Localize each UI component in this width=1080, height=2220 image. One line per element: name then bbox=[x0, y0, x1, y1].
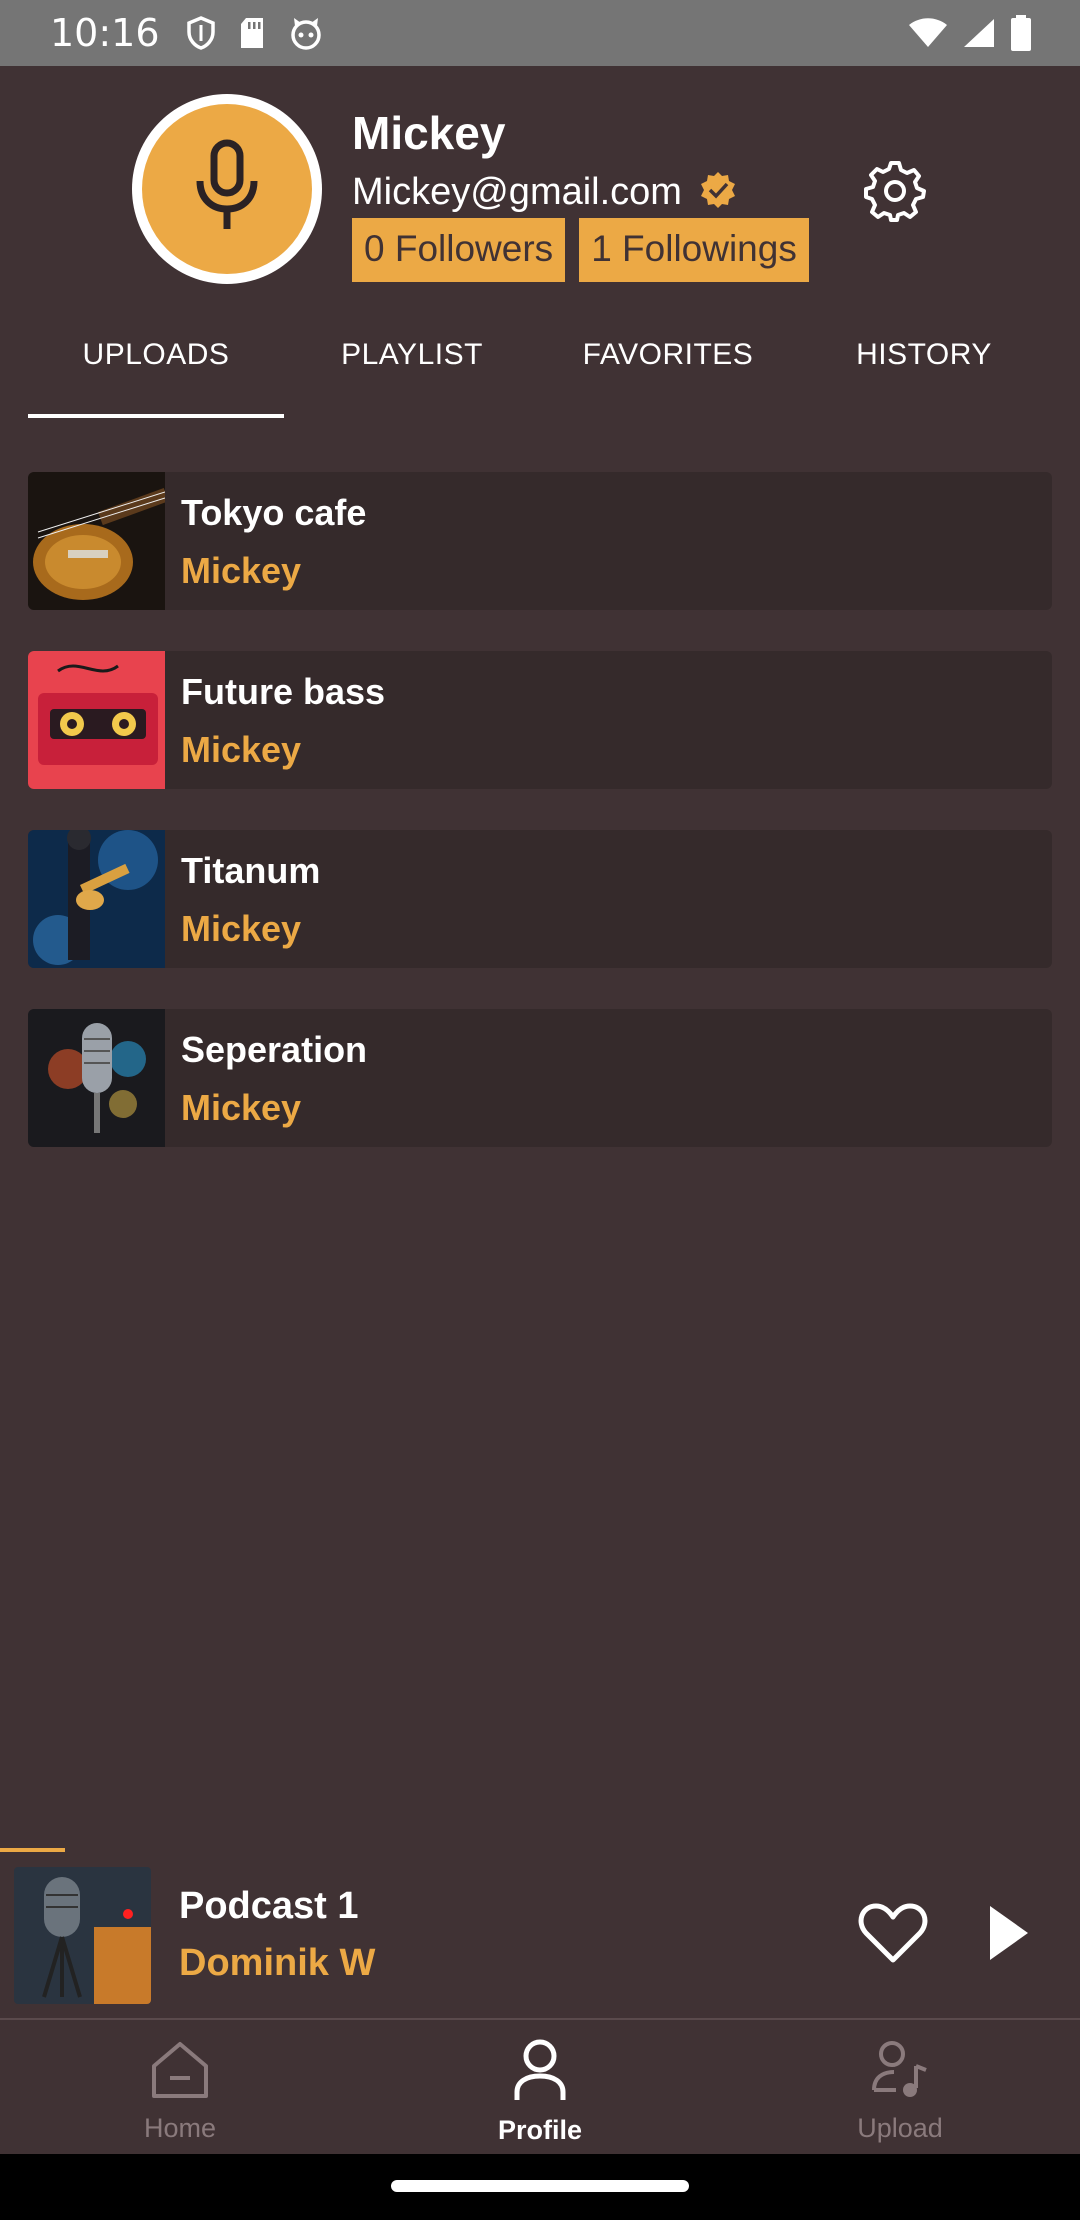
nav-home-label: Home bbox=[143, 2113, 217, 2143]
guitarist-thumbnail bbox=[28, 830, 165, 968]
shield-icon bbox=[186, 16, 216, 50]
cassette-thumbnail bbox=[28, 651, 165, 789]
verified-badge-icon bbox=[698, 170, 738, 215]
profile-name: Mickey bbox=[352, 107, 506, 159]
now-playing-title: Podcast 1 bbox=[179, 1885, 359, 1927]
item-artist: Mickey bbox=[181, 550, 302, 591]
nav-upload-label: Upload bbox=[857, 2113, 943, 2143]
sd-card-icon bbox=[238, 16, 266, 50]
gear-icon bbox=[864, 161, 926, 226]
list-item[interactable]: Tokyo cafe Mickey bbox=[28, 472, 1052, 610]
microphone-thumbnail bbox=[28, 1009, 165, 1147]
cat-icon bbox=[288, 16, 324, 50]
item-artist: Mickey bbox=[181, 908, 302, 949]
tab-playlist[interactable]: PLAYLIST bbox=[284, 326, 540, 418]
profile-header: Mickey Mickey@gmail.com 0 Followers 1 Fo… bbox=[0, 66, 1080, 326]
play-icon[interactable] bbox=[986, 1904, 1030, 1967]
signal-icon bbox=[962, 17, 996, 49]
item-artist: Mickey bbox=[181, 729, 302, 770]
mini-player[interactable]: Podcast 1 Dominik W bbox=[0, 1852, 1080, 2018]
status-bar: 10:16 bbox=[0, 0, 1080, 66]
list-item[interactable]: Seperation Mickey bbox=[28, 1009, 1052, 1147]
item-title: Future bass bbox=[181, 671, 386, 712]
settings-button[interactable] bbox=[864, 160, 926, 222]
home-icon bbox=[150, 2038, 210, 2105]
status-time: 10:16 bbox=[50, 11, 160, 55]
tab-history[interactable]: HISTORY bbox=[796, 326, 1052, 418]
list-item[interactable]: Future bass Mickey bbox=[28, 651, 1052, 789]
battery-icon bbox=[1010, 15, 1032, 51]
list-item[interactable]: Titanum Mickey bbox=[28, 830, 1052, 968]
upload-list: Tokyo cafe Mickey Future bass Mickey Tit… bbox=[28, 472, 1052, 1188]
home-gesture-handle[interactable] bbox=[391, 2180, 689, 2192]
profile-email: Mickey@gmail.com bbox=[352, 171, 682, 213]
nav-profile[interactable]: Profile bbox=[360, 2020, 720, 2154]
followings-badge[interactable]: 1 Followings bbox=[579, 218, 809, 282]
nav-home[interactable]: Home bbox=[0, 2020, 360, 2154]
now-playing-thumbnail bbox=[14, 1866, 151, 2004]
bottom-nav: Home Profile Upload bbox=[0, 2020, 1080, 2154]
profile-email-row: Mickey@gmail.com bbox=[352, 170, 738, 215]
item-title: Tokyo cafe bbox=[181, 492, 367, 533]
tab-uploads[interactable]: UPLOADS bbox=[28, 326, 284, 418]
item-artist: Mickey bbox=[181, 1087, 302, 1128]
upload-music-icon bbox=[870, 2038, 930, 2105]
avatar[interactable] bbox=[132, 94, 322, 284]
item-title: Titanum bbox=[181, 850, 321, 891]
heart-icon[interactable] bbox=[858, 1902, 928, 1969]
item-title: Seperation bbox=[181, 1029, 368, 1070]
guitar-thumbnail bbox=[28, 472, 169, 610]
stats-row: 0 Followers 1 Followings bbox=[352, 218, 809, 282]
nav-upload[interactable]: Upload bbox=[720, 2020, 1080, 2154]
gesture-bar-area bbox=[0, 2154, 1080, 2220]
followers-badge[interactable]: 0 Followers bbox=[352, 218, 566, 282]
nav-profile-label: Profile bbox=[497, 2115, 583, 2145]
wifi-icon bbox=[908, 17, 948, 49]
tab-bar: UPLOADS PLAYLIST FAVORITES HISTORY bbox=[28, 326, 1052, 418]
now-playing-artist: Dominik W bbox=[179, 1942, 376, 1984]
microphone-icon bbox=[192, 139, 262, 240]
tab-favorites[interactable]: FAVORITES bbox=[540, 326, 796, 418]
person-icon bbox=[514, 2038, 566, 2107]
